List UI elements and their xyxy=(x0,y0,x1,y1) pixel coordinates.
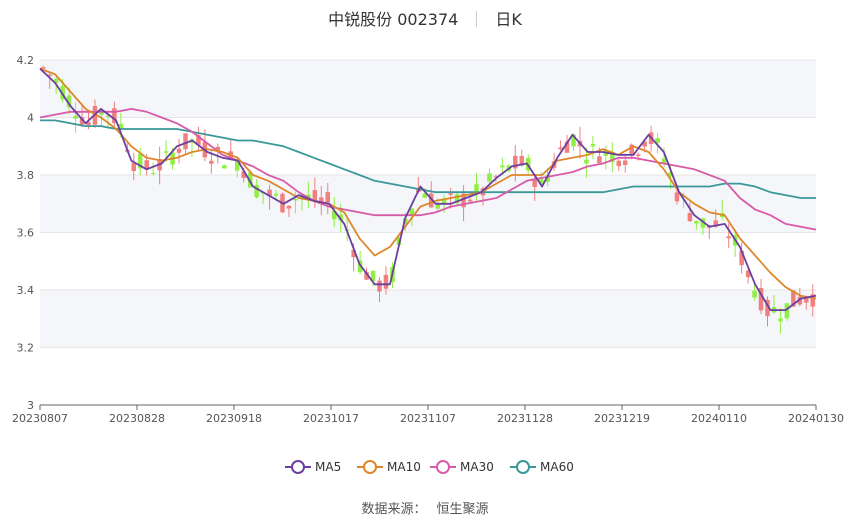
y-tick-label: 3.8 xyxy=(17,169,35,182)
candle-body xyxy=(163,151,169,153)
y-tick-label: 3.2 xyxy=(17,342,35,355)
x-tick-label: 20230918 xyxy=(206,412,262,425)
candle-body xyxy=(687,213,693,222)
candle-body xyxy=(584,159,589,164)
candle-body xyxy=(325,192,331,203)
grid-band xyxy=(40,60,816,118)
y-tick-label: 3.4 xyxy=(17,284,35,297)
candle-body xyxy=(622,160,628,166)
legend-marker-ma10 xyxy=(363,460,377,474)
legend-label-ma30: MA30 xyxy=(460,460,494,474)
candle-body xyxy=(293,198,298,201)
x-tick-label: 20231017 xyxy=(303,412,359,425)
candle-body xyxy=(674,192,680,202)
legend-label-ma5: MA5 xyxy=(315,460,341,474)
source-label: 数据来源： xyxy=(361,502,427,517)
candle-body xyxy=(752,290,757,298)
candle-body xyxy=(176,148,182,153)
grid-band xyxy=(40,290,816,348)
candle-body xyxy=(222,165,227,169)
y-axis-tick-labels: 3 3.2 3.4 3.6 3.8 4 4.2 xyxy=(17,54,35,412)
x-tick-label: 20231219 xyxy=(594,412,650,425)
candle-body xyxy=(286,205,292,209)
candle-body xyxy=(616,160,622,167)
y-tick-label: 4 xyxy=(27,112,34,125)
x-tick-label: 20230828 xyxy=(109,412,165,425)
candle-body xyxy=(635,154,641,156)
legend: MA5 MA10 MA30 MA60 xyxy=(285,460,574,474)
candle-body xyxy=(150,173,156,175)
y-tick-label: 3.6 xyxy=(17,227,35,240)
candle-body xyxy=(73,115,78,119)
y-tick-label: 4.2 xyxy=(17,54,35,67)
x-tick-label: 20240110 xyxy=(691,412,747,425)
candle-body xyxy=(467,199,473,202)
candle-body xyxy=(487,173,492,182)
candle-body xyxy=(273,193,279,196)
x-tick-label: 20231107 xyxy=(400,412,456,425)
legend-label-ma60: MA60 xyxy=(540,460,574,474)
source-value: 恒生聚源 xyxy=(436,502,489,517)
candle-body xyxy=(694,220,699,224)
x-axis: 20230807 20230828 20230918 20231017 20231107… xyxy=(12,404,844,425)
x-tick-label: 20230807 xyxy=(12,412,68,425)
candlestick-chart: 3 3.2 3.4 3.6 3.8 4 4.2 20230807 20230828 202309… xyxy=(12,54,844,474)
candle-body xyxy=(448,193,453,195)
x-tick-label: 20240130 xyxy=(788,412,844,425)
candle-body xyxy=(597,156,602,164)
data-source: 数据来源： 恒生聚源 xyxy=(0,498,850,517)
candle-body xyxy=(500,165,505,168)
candle-body xyxy=(209,160,214,164)
x-tick-label: 20231128 xyxy=(497,412,553,425)
legend-marker-ma30 xyxy=(436,460,450,474)
candle-body xyxy=(778,318,783,322)
candle-body xyxy=(183,133,188,150)
candle-body xyxy=(532,180,537,187)
candle-body xyxy=(377,280,382,292)
candle-body xyxy=(474,184,479,192)
candle-body xyxy=(590,143,596,147)
y-tick-label: 3 xyxy=(27,399,34,412)
legend-label-ma10: MA10 xyxy=(387,460,421,474)
candle-body xyxy=(726,236,731,239)
legend-marker-ma60 xyxy=(516,460,530,474)
candle-body xyxy=(383,274,389,289)
legend-marker-ma5 xyxy=(291,460,305,474)
